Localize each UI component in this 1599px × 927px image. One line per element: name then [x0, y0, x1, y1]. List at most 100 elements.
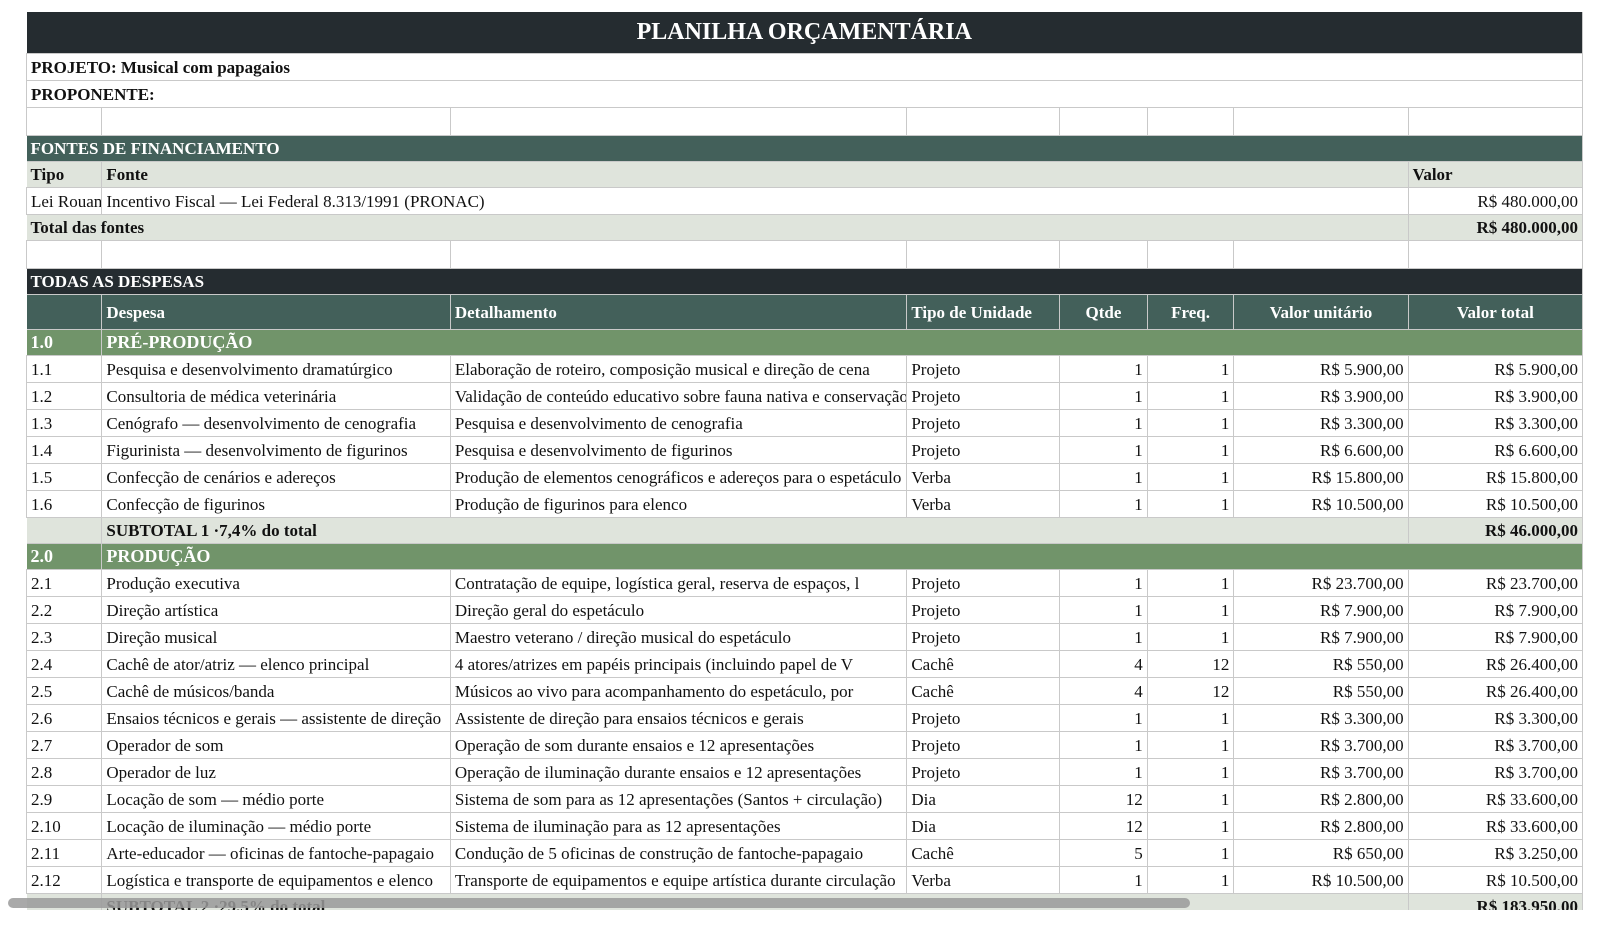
subtotal-value[interactable]: R$ 46.000,00: [1408, 517, 1584, 544]
empty-cell[interactable]: [1233, 107, 1409, 136]
item-freq-cell[interactable]: 1: [1147, 382, 1235, 410]
item-qty-cell[interactable]: 4: [1059, 650, 1148, 678]
item-unit-type-cell[interactable]: Verba: [906, 866, 1061, 894]
item-total-cell[interactable]: R$ 26.400,00: [1408, 650, 1584, 678]
item-expense-cell[interactable]: Cachê de ator/atriz — elenco principal: [101, 650, 451, 678]
subtotal-label[interactable]: SUBTOTAL 1 ·7,4% do total: [101, 517, 1409, 544]
funding-total-value[interactable]: R$ 480.000,00: [1408, 214, 1584, 241]
item-detail-cell[interactable]: Transporte de equipamentos e equipe artí…: [450, 866, 908, 894]
item-unit-value-cell[interactable]: R$ 3.300,00: [1233, 704, 1409, 732]
empty-cell[interactable]: [1408, 107, 1584, 136]
item-code-cell[interactable]: 2.10: [25, 812, 103, 840]
item-detail-cell[interactable]: Músicos ao vivo para acompanhamento do e…: [450, 677, 908, 705]
header-code[interactable]: [26, 294, 103, 330]
item-freq-cell[interactable]: 1: [1147, 866, 1235, 894]
item-total-cell[interactable]: R$ 10.500,00: [1408, 866, 1584, 894]
item-detail-cell[interactable]: Validação de conteúdo educativo sobre fa…: [450, 382, 908, 410]
item-total-cell[interactable]: R$ 5.900,00: [1408, 355, 1584, 383]
item-expense-cell[interactable]: Cenógrafo — desenvolvimento de cenografi…: [101, 409, 451, 437]
item-total-cell[interactable]: R$ 23.700,00: [1408, 569, 1584, 597]
item-unit-value-cell[interactable]: R$ 3.700,00: [1233, 731, 1409, 759]
item-freq-cell[interactable]: 1: [1147, 731, 1235, 759]
item-code-cell[interactable]: 2.6: [25, 704, 103, 732]
item-code-cell[interactable]: 1.1: [25, 355, 103, 383]
item-unit-value-cell[interactable]: R$ 2.800,00: [1233, 785, 1409, 813]
empty-cell[interactable]: [1147, 240, 1235, 269]
group-code[interactable]: 2.0: [26, 543, 103, 570]
item-code-cell[interactable]: 1.5: [25, 463, 103, 491]
item-total-cell[interactable]: R$ 3.700,00: [1408, 731, 1584, 759]
item-detail-cell[interactable]: Operação de som durante ensaios e 12 apr…: [450, 731, 908, 759]
horizontal-scrollbar[interactable]: [0, 896, 1599, 910]
empty-cell[interactable]: [450, 240, 908, 269]
item-expense-cell[interactable]: Direção artística: [101, 596, 451, 624]
header-expense[interactable]: Despesa: [101, 294, 451, 330]
item-unit-value-cell[interactable]: R$ 650,00: [1233, 839, 1409, 867]
item-unit-value-cell[interactable]: R$ 10.500,00: [1233, 866, 1409, 894]
item-expense-cell[interactable]: Confecção de cenários e adereços: [101, 463, 451, 491]
item-qty-cell[interactable]: 12: [1059, 812, 1148, 840]
header-freq[interactable]: Freq.: [1147, 294, 1235, 330]
item-freq-cell[interactable]: 1: [1147, 463, 1235, 491]
item-unit-type-cell[interactable]: Dia: [906, 812, 1061, 840]
empty-cell[interactable]: [101, 107, 451, 136]
empty-cell[interactable]: [906, 107, 1061, 136]
item-total-cell[interactable]: R$ 33.600,00: [1408, 812, 1584, 840]
item-code-cell[interactable]: 1.4: [25, 436, 103, 464]
project-cell[interactable]: PROJETO: Musical com papagaios: [26, 53, 1583, 81]
item-unit-type-cell[interactable]: Projeto: [906, 382, 1061, 410]
item-detail-cell[interactable]: Pesquisa e desenvolvimento de figurinos: [450, 436, 908, 464]
item-detail-cell[interactable]: Contratação de equipe, logística geral, …: [450, 569, 908, 597]
item-qty-cell[interactable]: 12: [1059, 785, 1148, 813]
item-total-cell[interactable]: R$ 3.700,00: [1408, 758, 1584, 786]
item-total-cell[interactable]: R$ 3.300,00: [1408, 409, 1584, 437]
item-unit-value-cell[interactable]: R$ 23.700,00: [1233, 569, 1409, 597]
item-total-cell[interactable]: R$ 15.800,00: [1408, 463, 1584, 491]
item-expense-cell[interactable]: Pesquisa e desenvolvimento dramatúrgico: [101, 355, 451, 383]
item-freq-cell[interactable]: 1: [1147, 623, 1235, 651]
item-freq-cell[interactable]: 1: [1147, 569, 1235, 597]
header-total-value[interactable]: Valor total: [1408, 294, 1584, 330]
item-total-cell[interactable]: R$ 3.900,00: [1408, 382, 1584, 410]
header-detail[interactable]: Detalhamento: [450, 294, 908, 330]
item-expense-cell[interactable]: Logística e transporte de equipamentos e…: [101, 866, 451, 894]
item-unit-type-cell[interactable]: Projeto: [906, 596, 1061, 624]
item-expense-cell[interactable]: Locação de iluminação — médio porte: [101, 812, 451, 840]
item-detail-cell[interactable]: Produção de figurinos para elenco: [450, 490, 908, 518]
item-qty-cell[interactable]: 1: [1059, 758, 1148, 786]
item-code-cell[interactable]: 2.8: [25, 758, 103, 786]
item-qty-cell[interactable]: 4: [1059, 677, 1148, 705]
item-unit-value-cell[interactable]: R$ 7.900,00: [1233, 596, 1409, 624]
proponent-cell[interactable]: PROPONENTE:: [26, 80, 1583, 108]
item-detail-cell[interactable]: Condução de 5 oficinas de construção de …: [450, 839, 908, 867]
item-qty-cell[interactable]: 1: [1059, 436, 1148, 464]
item-code-cell[interactable]: 1.2: [25, 382, 103, 410]
item-expense-cell[interactable]: Confecção de figurinos: [101, 490, 451, 518]
item-detail-cell[interactable]: Operação de iluminação durante ensaios e…: [450, 758, 908, 786]
item-code-cell[interactable]: 2.11: [25, 839, 103, 867]
item-code-cell[interactable]: 2.3: [25, 623, 103, 651]
item-unit-value-cell[interactable]: R$ 5.900,00: [1233, 355, 1409, 383]
item-freq-cell[interactable]: 1: [1147, 785, 1235, 813]
item-unit-value-cell[interactable]: R$ 550,00: [1233, 650, 1409, 678]
empty-cell[interactable]: [906, 240, 1061, 269]
item-unit-value-cell[interactable]: R$ 550,00: [1233, 677, 1409, 705]
empty-cell[interactable]: [1408, 240, 1584, 269]
item-unit-value-cell[interactable]: R$ 3.700,00: [1233, 758, 1409, 786]
item-code-cell[interactable]: 2.5: [25, 677, 103, 705]
item-freq-cell[interactable]: 1: [1147, 409, 1235, 437]
item-unit-type-cell[interactable]: Verba: [906, 463, 1061, 491]
item-detail-cell[interactable]: Pesquisa e desenvolvimento de cenografia: [450, 409, 908, 437]
item-detail-cell[interactable]: Sistema de iluminação para as 12 apresen…: [450, 812, 908, 840]
item-code-cell[interactable]: 2.1: [25, 569, 103, 597]
item-expense-cell[interactable]: Locação de som — médio porte: [101, 785, 451, 813]
group-name[interactable]: PRODUÇÃO: [101, 543, 1583, 570]
item-detail-cell[interactable]: Elaboração de roteiro, composição musica…: [450, 355, 908, 383]
item-total-cell[interactable]: R$ 10.500,00: [1408, 490, 1584, 518]
item-unit-type-cell[interactable]: Projeto: [906, 623, 1061, 651]
item-total-cell[interactable]: R$ 3.300,00: [1408, 704, 1584, 732]
item-code-cell[interactable]: 1.6: [25, 490, 103, 518]
empty-cell[interactable]: [1233, 240, 1409, 269]
item-detail-cell[interactable]: Sistema de som para as 12 apresentações …: [450, 785, 908, 813]
funding-header-source[interactable]: Fonte: [101, 161, 1409, 188]
